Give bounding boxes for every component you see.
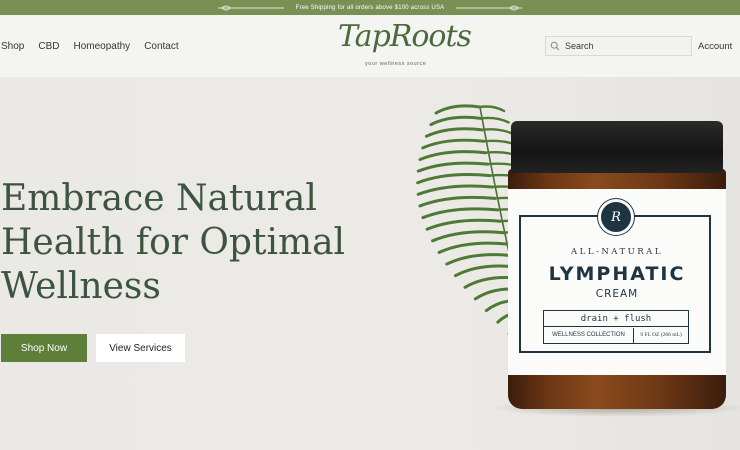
hero-headline: Embrace Natural Health for Optimal Welln…	[1, 178, 346, 307]
search-icon	[550, 41, 560, 51]
brand-seal-icon: R	[598, 199, 634, 235]
product-label: R ALL-NATURAL LYMPHATIC CREAM drain + fl…	[508, 189, 726, 375]
label-all-natural: ALL-NATURAL	[571, 247, 663, 257]
left-flourish-icon	[217, 5, 284, 10]
jar-lid	[511, 121, 723, 173]
nav-item-homeopathy[interactable]: Homeopathy	[73, 41, 130, 52]
announcement-bar: Free Shipping for all orders above $100 …	[0, 0, 740, 15]
search-input[interactable]	[565, 41, 685, 51]
nav-item-contact[interactable]: Contact	[144, 41, 178, 52]
label-product-name: LYMPHATIC	[548, 263, 686, 285]
account-link[interactable]: Account	[698, 41, 732, 52]
logo-tagline: your wellness source	[365, 61, 427, 67]
logo-wordmark: TapRoots	[338, 19, 472, 54]
label-collection: WELLNESS COLLECTION	[544, 328, 634, 343]
shop-now-button[interactable]: Shop Now	[1, 334, 87, 362]
main-nav: Shop CBD Homeopathy Contact	[1, 41, 193, 52]
site-header: Shop CBD Homeopathy Contact TapRoots you…	[0, 15, 740, 77]
nav-item-shop[interactable]: Shop	[1, 41, 24, 52]
search-box[interactable]	[545, 36, 692, 56]
product-jar-image: R ALL-NATURAL LYMPHATIC CREAM drain + fl…	[488, 121, 740, 417]
site-logo[interactable]: TapRoots your wellness source	[338, 19, 472, 71]
label-tagline: drain + flush	[544, 313, 688, 327]
label-size: 9 FL OZ (266 mL)	[640, 332, 682, 338]
announcement-text: Free Shipping for all orders above $100 …	[295, 4, 445, 11]
view-services-button[interactable]: View Services	[96, 334, 185, 362]
right-flourish-icon	[456, 5, 523, 10]
label-product-type: CREAM	[595, 288, 639, 300]
nav-item-cbd[interactable]: CBD	[38, 41, 59, 52]
label-info-box: drain + flush WELLNESS COLLECTION 9 FL O…	[543, 310, 689, 344]
hero-section: Embrace Natural Health for Optimal Welln…	[0, 77, 740, 450]
